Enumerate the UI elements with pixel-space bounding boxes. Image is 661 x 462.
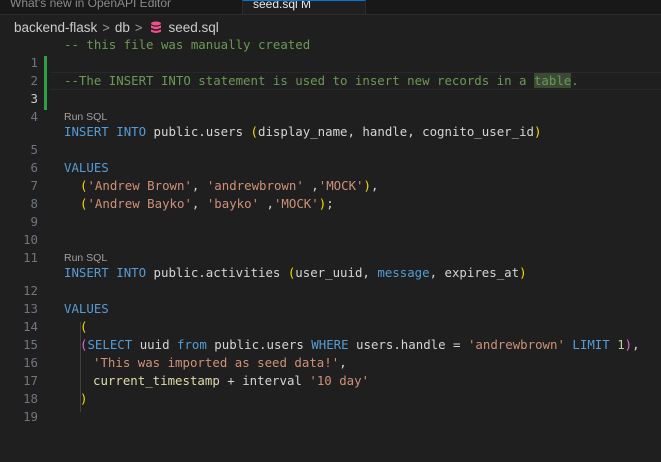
punctuation: , [259,196,274,211]
tab-seed-sql[interactable]: seed.sql M [242,0,366,14]
sql-identifier: display_name, handle, cognito_user_id [258,124,535,139]
comment-text: --The INSERT INTO statement is used to i… [64,73,534,88]
database-icon [150,21,161,33]
code-line-5: 5 INSERT INTO public.users (display_name… [0,123,661,157]
breadcrumb-folder-backend-flask[interactable]: backend-flask [14,20,97,35]
code-text: 'This was imported as seed data!', [93,354,347,372]
code-editor[interactable]: 1 -- this file was manually created 2 3 … [0,36,661,433]
code-line-13: 13 [0,282,661,316]
sql-string: 'andrewbrown' [467,337,565,352]
code-line-10: 10 [0,213,661,247]
sql-identifier: uuid [132,337,177,352]
sql-keyword: message [377,265,430,280]
sql-string: '10 day' [309,373,370,388]
sql-string: 'MOCK' [318,178,364,193]
editor-tab-bar: What's new in OpenAPI Editor seed.sql M [0,0,661,15]
sql-number: 1 [617,337,625,352]
breadcrumb-file-seed-sql[interactable]: seed.sql [169,20,219,35]
bracket: ) [363,178,371,193]
code-line-6: 6 [0,141,661,175]
tab-whats-new[interactable]: What's new in OpenAPI Editor [0,0,232,14]
run-sql-codelens[interactable]: Run SQL [64,251,107,265]
sql-keyword: SELECT [87,337,133,352]
bracket: ) [80,391,88,406]
code-text: -- this file was manually created [64,37,311,52]
sql-keyword: INTO [116,124,147,139]
bracket: ( [250,124,258,139]
code-line-11: 11 [0,231,661,265]
sql-keyword: LIMIT [572,337,610,352]
code-line-14: 14 VALUES [0,300,661,334]
sql-identifier: public.activities [153,265,288,280]
sql-identifier: public.users [153,124,251,139]
sql-keyword: INSERT [64,265,109,280]
code-line-15: 15 ( [0,318,661,352]
sql-keyword: VALUES [64,160,109,175]
code-line-2: 2 [0,54,661,88]
sql-identifier: users.handle = [348,337,468,352]
breadcrumb-folder-db[interactable]: db [115,20,130,35]
punctuation: ; [326,196,334,211]
punctuation: , [191,178,207,193]
code-line-16: 16 (SELECT uuid from public.users WHERE … [0,336,661,370]
bracket: ( [80,319,88,334]
chevron-right-icon: > [134,19,143,35]
code-line-7: 7 VALUES [0,159,661,193]
run-sql-codelens[interactable]: Run SQL [64,110,107,124]
sql-string: 'andrewbrown' [206,178,304,193]
code-text: INSERT INTO public.activities (user_uuid… [64,264,527,282]
sql-identifier: user_uuid, [295,265,378,280]
sql-keyword: from [177,337,207,352]
code-line-8: 8 ('Andrew Brown', 'andrewbrown' ,'MOCK'… [0,177,661,211]
code-text: (SELECT uuid from public.users WHERE use… [80,336,640,354]
bracket: ) [624,337,633,352]
code-line-18: 18 current_timestamp + interval '10 day' [0,372,661,406]
sql-function: current_timestamp [93,373,220,388]
breadcrumb: backend-flask > db > seed.sql [14,17,219,37]
code-text: INSERT INTO public.users (display_name, … [64,123,541,141]
punctuation: , [370,178,379,193]
sql-keyword: VALUES [64,301,109,316]
punctuation: , [339,355,347,370]
sql-keyword: WHERE [311,337,349,352]
sql-string: 'MOCK' [273,196,319,211]
code-text: current_timestamp + interval '10 day' [93,372,369,390]
code-line-4: 4 [0,90,661,124]
punctuation: , [632,337,640,352]
sql-keyword: INSERT [64,124,109,139]
code-line-19: 19 ) [0,390,661,424]
code-line-3: 3 --The INSERT INTO statement is used to… [0,72,661,106]
code-text: ('Andrew Brown', 'andrewbrown' ,'MOCK'), [80,177,378,195]
bracket: ) [519,265,527,280]
sql-identifier: + interval [219,373,310,388]
highlighted-word: table [533,73,572,88]
sql-identifier: , expires_at [429,265,520,280]
code-line-12: 12 INSERT INTO public.activities (user_u… [0,264,661,298]
chevron-right-icon: > [102,19,110,35]
line-number: 19 [23,409,38,424]
sql-string: 'bayko' [206,196,260,211]
bracket: ) [534,124,542,139]
sql-string: 'Andrew Brown' [87,178,192,193]
comment-text: . [571,73,579,88]
punctuation: , [191,196,207,211]
code-text: ('Andrew Bayko', 'bayko' ,'MOCK'); [80,195,334,213]
sql-string: 'Andrew Bayko' [87,196,192,211]
sql-keyword: INTO [116,265,147,280]
code-line-9: 9 ('Andrew Bayko', 'bayko' ,'MOCK'); [0,195,661,229]
code-text: --The INSERT INTO statement is used to i… [64,72,579,90]
sql-string: 'This was imported as seed data!' [93,355,340,370]
code-line-17: 17 'This was imported as seed data!', [0,354,661,388]
punctuation: , [303,178,319,193]
code-line-1: 1 -- this file was manually created [0,36,661,70]
sql-identifier: public.users [206,337,312,352]
